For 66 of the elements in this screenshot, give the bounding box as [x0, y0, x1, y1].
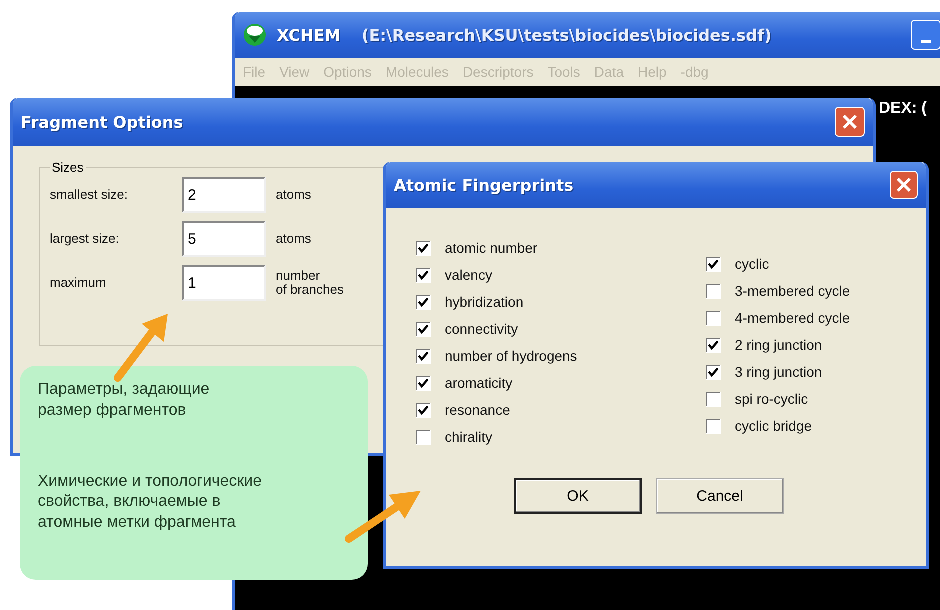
unit-label: atoms — [276, 232, 312, 246]
checkbox[interactable] — [706, 392, 721, 407]
close-button[interactable] — [890, 171, 918, 199]
checkbox-label: hybridization — [445, 294, 524, 310]
checkbox[interactable] — [416, 268, 431, 283]
checkbox[interactable] — [416, 241, 431, 256]
checkbox-label: 3-membered cycle — [735, 284, 850, 300]
checkbox[interactable] — [706, 419, 721, 434]
checkbox-label: 4-membered cycle — [735, 310, 850, 326]
checkbox[interactable] — [416, 430, 431, 445]
app-logo-icon — [243, 23, 267, 47]
checkbox[interactable] — [706, 365, 721, 380]
checkbox[interactable] — [416, 376, 431, 391]
check-icon — [418, 351, 429, 362]
unit-label: atoms — [276, 188, 312, 202]
close-button[interactable] — [835, 107, 865, 137]
checkbox[interactable] — [706, 311, 721, 326]
checkbox-label: cyclic bridge — [735, 418, 812, 434]
minimize-icon — [921, 40, 931, 43]
checkbox-label: 2 ring junction — [735, 338, 822, 354]
annotation-text: Параметры, задающие размер фрагментов — [38, 380, 211, 421]
check-icon — [418, 243, 429, 254]
annotation-text: Химические и топологические свойства, включаемые в атомные метки фрагмента — [38, 472, 263, 534]
checkbox-label: atomic number — [445, 240, 538, 256]
checkbox[interactable] — [706, 338, 721, 353]
file-path: (E:\Research\KSU\tests\biocides\biocides.sdf) — [360, 26, 772, 44]
checkbox-label: connectivity — [445, 322, 518, 338]
checkbox[interactable] — [416, 295, 431, 310]
checkbox-label: resonance — [445, 402, 510, 418]
checkbox[interactable] — [706, 284, 721, 299]
unit-label: number of branches — [276, 268, 345, 298]
checkbox[interactable] — [706, 257, 721, 272]
check-icon — [418, 324, 429, 335]
checkbox-label: valency — [445, 268, 492, 284]
field-label: maximum — [50, 276, 108, 290]
checkbox[interactable] — [416, 322, 431, 337]
checkbox-label: number of hydrogens — [445, 348, 578, 364]
input-field[interactable]: 5 — [182, 221, 266, 257]
canvas-label: DEX: ( — [879, 100, 928, 119]
check-icon — [418, 378, 429, 389]
check-icon — [418, 297, 429, 308]
dialog-title: Atomic Fingerprints — [394, 176, 574, 194]
minimize-button[interactable] — [911, 20, 940, 50]
window-title: XCHEM — [277, 26, 341, 44]
checkbox[interactable] — [416, 403, 431, 418]
group-label: Sizes — [51, 160, 85, 175]
checkbox-label: cyclic — [735, 256, 770, 272]
field-label: smallest size: — [50, 188, 130, 202]
field-label: largest size: — [50, 232, 120, 246]
input-field[interactable]: 2 — [182, 177, 266, 213]
checkbox-label: aromaticity — [445, 376, 513, 392]
checkbox-label: chirality — [445, 430, 492, 446]
dialog-button[interactable]: OK — [514, 478, 642, 514]
checkbox-label: 3 ring junction — [735, 364, 822, 380]
check-icon — [708, 340, 719, 351]
close-icon — [842, 114, 858, 130]
checkbox[interactable] — [416, 349, 431, 364]
close-icon — [896, 177, 912, 193]
dialog-title: Fragment Options — [21, 112, 184, 132]
check-icon — [418, 270, 429, 281]
check-icon — [708, 259, 719, 270]
input-field[interactable]: 1 — [182, 265, 266, 301]
dialog-button[interactable]: Cancel — [656, 478, 784, 514]
check-icon — [708, 367, 719, 378]
check-icon — [418, 405, 429, 416]
checkbox-label: spi ro-cyclic — [735, 392, 808, 408]
